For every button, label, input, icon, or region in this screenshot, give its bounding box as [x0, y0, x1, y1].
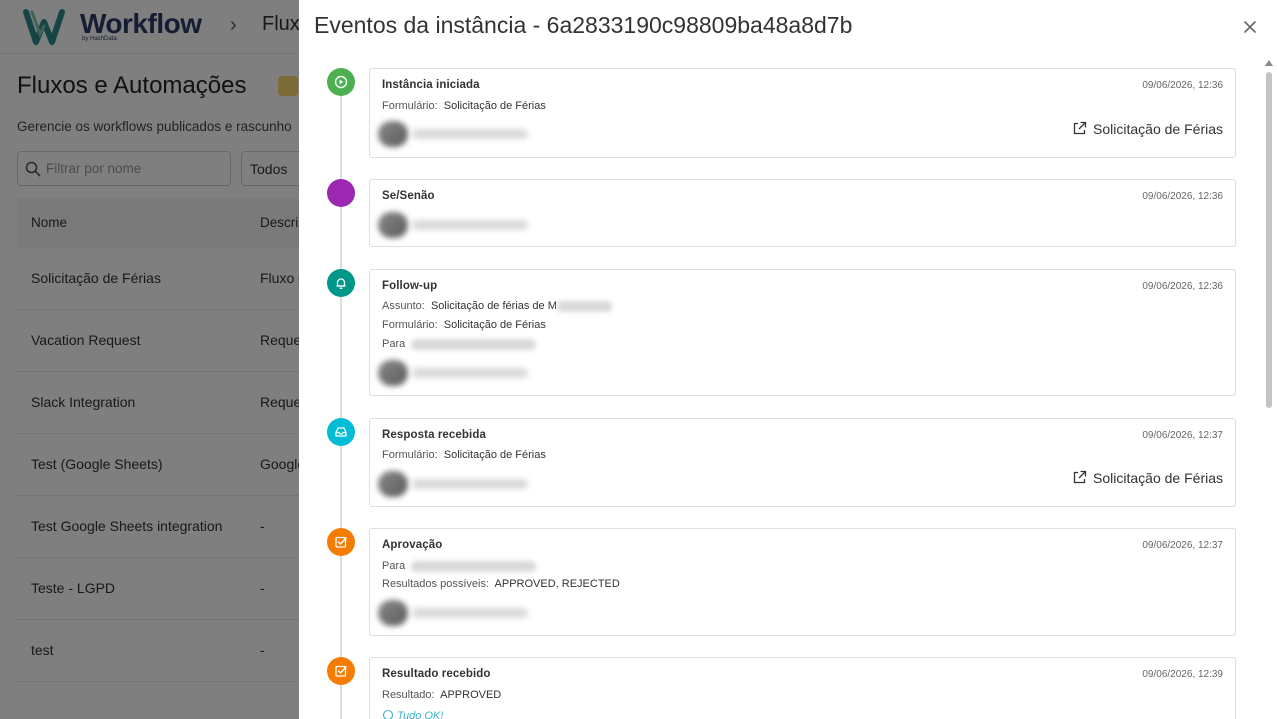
- event-title: Resposta recebida: [382, 429, 486, 441]
- event-form-line: Formulário: Solicitação de Férias: [382, 449, 546, 461]
- event-form-label: Formulário:: [382, 449, 438, 461]
- instance-events-drawer: Eventos da instância - 6a2833190c98809ba…: [299, 0, 1277, 719]
- event-status-dot: [327, 657, 355, 685]
- scroll-thumb[interactable]: [1266, 72, 1272, 408]
- event-title: Follow-up: [382, 280, 438, 292]
- event-subject-value: Solicitação de férias de M: [430, 300, 557, 312]
- event-card: Aprovação 09/06/2026, 12:37 Para Resulta…: [369, 528, 1236, 636]
- event-results-line: Resultados possíveis: APPROVED, REJECTED: [382, 578, 620, 590]
- event-card: Resultado recebido 09/06/2026, 12:39 Res…: [369, 657, 1236, 719]
- avatar: [378, 360, 408, 386]
- event-form-line: Formulário: Solicitação de Férias: [382, 100, 546, 112]
- event-result-value: APPROVED: [440, 689, 502, 701]
- event-subject-line: Assunto: Solicitação de férias de M: [382, 300, 612, 312]
- event-timestamp: 09/06/2026, 12:37: [1142, 430, 1223, 441]
- event-results-label: Resultados possíveis:: [382, 578, 489, 590]
- event-form-line: Formulário: Solicitação de Férias: [382, 319, 546, 331]
- drawer-title: Eventos da instância - 6a2833190c98809ba…: [314, 12, 853, 38]
- redacted-email: [411, 338, 537, 350]
- event-form-label: Formulário:: [382, 319, 438, 331]
- event-results-value: APPROVED, REJECTED: [494, 578, 620, 590]
- avatar: [378, 471, 408, 497]
- event-recipient-label: Para: [382, 560, 406, 572]
- redacted-user-name: [412, 368, 528, 378]
- open-form-link-label: Solicitação de Férias: [1093, 470, 1223, 486]
- redacted-user-name: [412, 129, 528, 139]
- event-result-line: Resultado: APPROVED: [382, 689, 501, 701]
- event-comment-text: Tudo OK!: [397, 710, 444, 719]
- event-card: Se/Senão 09/06/2026, 12:36: [369, 179, 1236, 247]
- event-card: Instância iniciada 09/06/2026, 12:36 For…: [369, 68, 1236, 158]
- redacted-email: [411, 560, 537, 572]
- event-recipient-line: Para: [382, 338, 537, 350]
- avatar: [378, 600, 408, 626]
- redacted-user: [378, 600, 533, 626]
- event-result-label: Resultado:: [382, 689, 435, 701]
- event-form-value: Solicitação de Férias: [443, 319, 546, 331]
- checkbox-icon: [335, 536, 347, 548]
- event-form-label: Formulário:: [382, 100, 438, 112]
- open-form-link-label: Solicitação de Férias: [1093, 121, 1223, 137]
- event-status-dot: [327, 269, 355, 297]
- open-form-link[interactable]: Solicitação de Férias: [1072, 470, 1223, 486]
- event-comment: Tudo OK!: [382, 709, 443, 719]
- avatar: [378, 121, 408, 147]
- redacted-user: [378, 212, 533, 238]
- redacted-user-name: [412, 479, 528, 489]
- event-timestamp: 09/06/2026, 12:36: [1142, 80, 1223, 91]
- event-timestamp: 09/06/2026, 12:36: [1142, 281, 1223, 292]
- redacted-user-name: [412, 220, 528, 230]
- redacted-user: [378, 471, 533, 497]
- event-recipient-line: Para: [382, 560, 537, 572]
- event-timestamp: 09/06/2026, 12:37: [1142, 540, 1223, 551]
- redacted-text: [556, 300, 612, 312]
- event-card: Resposta recebida 09/06/2026, 12:37 Form…: [369, 418, 1236, 507]
- play-circle-icon: [334, 75, 348, 89]
- close-icon: [1244, 21, 1256, 33]
- inbox-icon: [335, 427, 347, 437]
- event-title: Se/Senão: [382, 190, 435, 202]
- redacted-user: [378, 360, 533, 386]
- event-form-value: Solicitação de Férias: [443, 449, 546, 461]
- external-link-icon: [1073, 121, 1087, 135]
- redacted-user: [378, 121, 533, 147]
- close-button[interactable]: [1239, 16, 1261, 38]
- event-status-dot: [327, 528, 355, 556]
- drawer-scrollbar[interactable]: [1264, 58, 1274, 719]
- event-status-dot: [327, 418, 355, 446]
- open-form-link[interactable]: Solicitação de Férias: [1072, 121, 1223, 137]
- event-title: Aprovação: [382, 539, 443, 551]
- event-card: Follow-up 09/06/2026, 12:36 Assunto: Sol…: [369, 269, 1236, 396]
- redacted-user-name: [412, 608, 528, 618]
- external-link-icon: [1073, 470, 1087, 484]
- event-timestamp: 09/06/2026, 12:36: [1142, 191, 1223, 202]
- event-subject-label: Assunto:: [382, 300, 425, 312]
- event-timestamp: 09/06/2026, 12:39: [1142, 669, 1223, 680]
- event-form-value: Solicitação de Férias: [443, 100, 546, 112]
- bell-icon: [336, 278, 346, 290]
- avatar: [378, 212, 408, 238]
- comment-icon: [382, 709, 394, 719]
- event-status-dot: [327, 68, 355, 96]
- scroll-up-icon[interactable]: [1265, 60, 1273, 66]
- event-status-dot: [327, 179, 355, 207]
- checkbox-icon: [335, 665, 347, 677]
- event-title: Instância iniciada: [382, 79, 480, 91]
- event-title: Resultado recebido: [382, 668, 491, 680]
- event-recipient-label: Para: [382, 338, 406, 350]
